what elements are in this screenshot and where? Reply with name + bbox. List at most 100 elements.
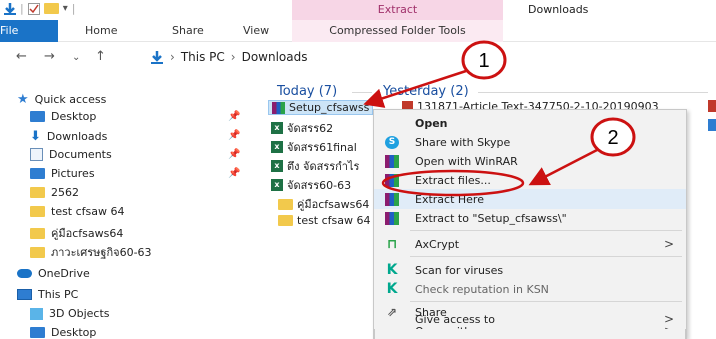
back-arrow-icon[interactable]: ← (16, 49, 27, 64)
menu-item-extract-to[interactable]: Extract to "Setup_cfsawss\" (374, 208, 686, 228)
folder-icon (30, 206, 45, 217)
folder-icon (278, 215, 293, 226)
up-arrow-icon[interactable]: ↑ (95, 49, 106, 64)
documents-icon (30, 148, 43, 161)
folder-icon (278, 198, 293, 210)
divider: | (71, 2, 76, 15)
new-folder-icon[interactable] (43, 3, 59, 14)
excel-file-icon: x (271, 160, 283, 172)
sidebar-item-test-cfsaw-64[interactable]: test cfsaw 64 (30, 205, 125, 218)
menu-item-axcrypt[interactable]: ⊓ AxCrypt > (374, 234, 686, 254)
menu-item-check-reputation[interactable]: K Check reputation in KSN (374, 279, 686, 299)
file-item[interactable]: x จัดสรร60-63 (271, 176, 351, 194)
quick-access-toolbar: | ▾ | (4, 2, 75, 15)
sidebar-item-label: Pictures (51, 167, 95, 180)
menu-item-extract-files[interactable]: Extract files... (374, 170, 686, 190)
group-divider (478, 92, 708, 93)
folder-icon (30, 187, 45, 198)
recent-locations-chevron-icon[interactable]: ⌄ (72, 52, 80, 63)
menu-item-label: Scan for viruses (415, 263, 504, 277)
sidebar-item-desktop[interactable]: Desktop (30, 110, 96, 123)
sidebar-item-label: 2562 (51, 186, 79, 199)
breadcrumb-this-pc[interactable]: This PC (181, 50, 225, 64)
file-item[interactable]: คู่มือcfsaws64 (278, 195, 369, 213)
star-icon: ★ (17, 92, 29, 107)
sidebar-item-downloads[interactable]: ⬇ Downloads (30, 129, 107, 144)
file-item[interactable]: x จัดสรร61final (271, 138, 357, 156)
qat-dropdown-icon[interactable]: ▾ (63, 3, 68, 14)
desktop-icon (30, 111, 45, 122)
folder-icon (30, 227, 45, 239)
cloud-icon (17, 269, 32, 278)
menu-separator (410, 256, 682, 257)
tab-home[interactable]: Home (85, 20, 117, 42)
sidebar-item-label: คู่มือcfsaws64 (51, 227, 124, 240)
pdf-file-icon[interactable] (708, 100, 716, 112)
menu-item-open-with-winrar[interactable]: Open with WinRAR (374, 151, 686, 171)
sidebar-item-documents[interactable]: Documents (30, 148, 112, 161)
3d-objects-icon (30, 307, 43, 320)
sidebar-item-label: Desktop (51, 326, 97, 339)
tab-file[interactable]: File (0, 20, 58, 42)
menu-item-label: Extract files... (415, 173, 491, 187)
pin-icon[interactable]: 📌 (228, 168, 240, 179)
sidebar-item-2562[interactable]: 2562 (30, 186, 79, 199)
pin-icon[interactable]: 📌 (228, 130, 240, 141)
pin-icon[interactable]: 📌 (228, 111, 240, 122)
file-item[interactable]: x ตึง จัดสรรกำไร (271, 157, 359, 175)
pictures-icon (30, 168, 45, 179)
downloads-location-icon (151, 50, 163, 64)
desktop-icon (30, 327, 45, 338)
menu-item-label: Check reputation in KSN (415, 282, 549, 296)
winrar-archive-icon (272, 101, 285, 114)
sidebar-item-label: OneDrive (38, 267, 90, 280)
file-icon[interactable] (708, 119, 716, 131)
winrar-icon (385, 211, 399, 225)
menu-item-share-with-skype[interactable]: S Share with Skype (374, 132, 686, 152)
sidebar-item-label: 3D Objects (49, 307, 110, 320)
file-item-setup-cfsawss[interactable]: Setup_cfsawss (268, 100, 374, 115)
divider: | (20, 2, 24, 15)
pin-icon[interactable]: 📌 (228, 149, 240, 160)
excel-file-icon: x (271, 122, 283, 134)
sidebar-item-quick-access[interactable]: ★ Quick access (17, 92, 106, 107)
sidebar-item-label: test cfsaw 64 (51, 205, 125, 218)
sidebar-item-this-pc[interactable]: This PC (17, 288, 78, 301)
properties-check-icon[interactable] (27, 2, 40, 15)
sidebar-item-label: Desktop (51, 110, 97, 123)
tab-share[interactable]: Share (172, 20, 204, 42)
tab-compressed-folder-tools[interactable]: Compressed Folder Tools (292, 20, 503, 42)
menu-item-partial (374, 329, 686, 339)
breadcrumb-downloads[interactable]: Downloads (242, 50, 308, 64)
sidebar-item-onedrive[interactable]: OneDrive (17, 267, 90, 280)
winrar-icon (385, 154, 399, 168)
file-name: จัดสรร60-63 (287, 179, 352, 192)
sidebar-item-label: This PC (38, 288, 79, 301)
menu-item-label: Share with Skype (415, 135, 511, 149)
group-header-yesterday[interactable]: Yesterday (2) (383, 84, 469, 99)
excel-file-icon: x (271, 141, 283, 153)
menu-item-scan-for-viruses[interactable]: K Scan for viruses (374, 260, 686, 280)
kaspersky-icon: K (386, 262, 398, 278)
forward-arrow-icon[interactable]: → (44, 49, 55, 64)
menu-item-give-access-to[interactable]: Give access to > (374, 309, 686, 329)
sidebar-item-manual-cfsaws64[interactable]: คู่มือcfsaws64 (30, 224, 123, 242)
sidebar-item-desktop-pc[interactable]: Desktop (30, 326, 96, 339)
file-name: Setup_cfsawss (289, 101, 370, 114)
sidebar-item-3d-objects[interactable]: 3D Objects (30, 307, 110, 320)
menu-item-label: AxCrypt (415, 237, 460, 251)
file-item[interactable]: test cfsaw 64 (278, 214, 371, 227)
winrar-icon (385, 173, 399, 187)
sidebar-item-economic-60-63[interactable]: ภาวะเศรษฐกิจ60-63 (30, 243, 152, 261)
skype-icon: S (385, 135, 399, 149)
winrar-icon (385, 192, 399, 206)
menu-item-extract-here[interactable]: Extract Here (374, 189, 686, 209)
menu-item-open[interactable]: Open (374, 113, 686, 133)
download-arrow-icon[interactable] (4, 2, 16, 15)
tab-view[interactable]: View (243, 20, 269, 42)
file-name: จัดสรร62 (287, 122, 334, 135)
group-header-today[interactable]: Today (7) (277, 84, 337, 99)
sidebar-item-pictures[interactable]: Pictures (30, 167, 95, 180)
breadcrumb-separator: › (230, 50, 236, 64)
file-item[interactable]: x จัดสรร62 (271, 119, 333, 137)
